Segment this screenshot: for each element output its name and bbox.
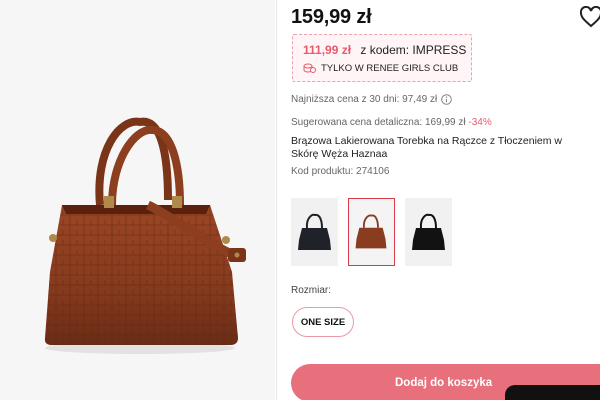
suggested-price: Sugerowana cena detaliczna: 169,99 zł -3… [291,117,492,128]
club-line: TYLKO W RENEE GIRLS CLUB [303,63,458,74]
promo-box: 111,99 zł z kodem: IMPRESS TYLKO W RENEE… [292,34,472,82]
info-icon[interactable] [441,94,453,105]
product-image[interactable] [0,0,275,400]
product-price: 159,99 zł [291,6,372,28]
handbag-image [44,117,246,354]
product-title: Brązowa Lakierowana Torebka na Rączce z … [291,135,562,160]
variant-bag-image [298,213,331,250]
variant-bag-image [355,214,387,249]
club-text: TYLKO W RENEE GIRLS CLUB [321,63,459,74]
variant-swatch-brown[interactable] [348,198,395,266]
suggested-price-text: Sugerowana cena detaliczna: 169,99 zł [291,117,466,128]
variant-bag-image [412,213,445,250]
variant-swatch-black-navy[interactable] [291,198,338,266]
product-code: Kod produktu: 274106 [291,166,390,177]
size-option-button[interactable]: ONE SIZE [292,307,354,337]
promo-line: 111,99 zł z kodem: IMPRESS [303,43,466,57]
variant-swatch-black[interactable] [405,198,452,266]
lowest-price-text: Najniższa cena z 30 dni: 97,49 zł [291,94,438,105]
panel-divider [276,0,277,400]
lowest-price-info: Najniższa cena z 30 dni: 97,49 zł [291,94,453,105]
coin-icon [303,63,316,73]
heart-icon[interactable] [579,6,600,28]
promo-code: z kodem: IMPRESS [360,43,467,57]
size-label: Rozmiar: [291,285,332,296]
discount-badge: -34% [468,117,492,128]
chat-widget-tab[interactable] [505,385,600,400]
promo-price: 111,99 zł [303,43,352,57]
